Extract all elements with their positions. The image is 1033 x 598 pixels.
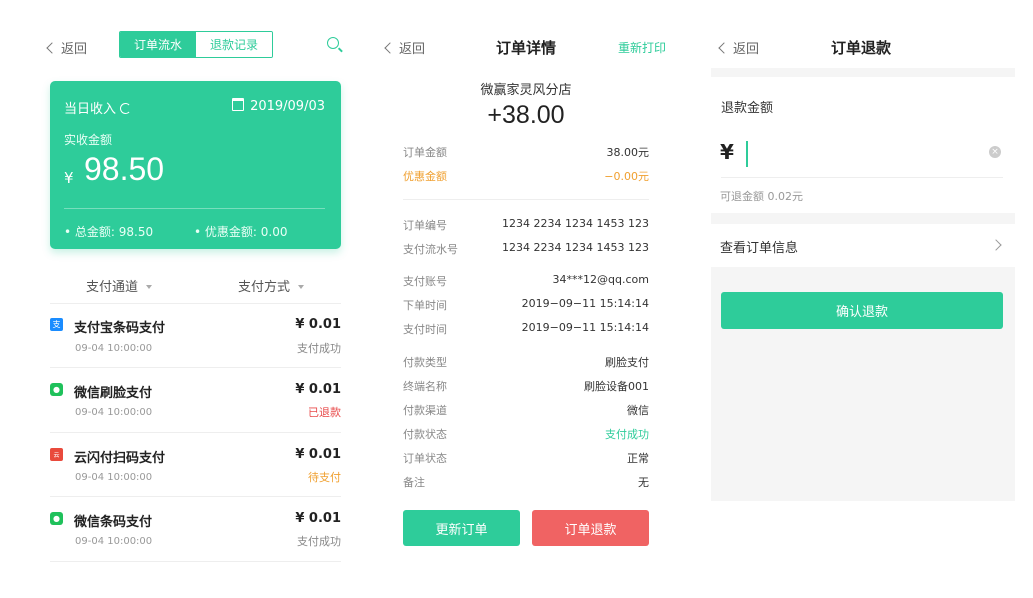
confirm-refund-button[interactable]: 确认退款 (721, 292, 1003, 329)
tab-switcher: 订单流水 退款记录 (119, 31, 273, 58)
divider (50, 561, 341, 562)
payment-amount: ¥ 0.01 (295, 317, 341, 332)
divider (50, 367, 341, 368)
view-order-label: 查看订单信息 (720, 241, 799, 256)
alipay-icon: 支 (50, 318, 63, 331)
chevron-left-icon (46, 41, 58, 54)
card-divider (64, 208, 325, 209)
field-value: 2019−09−11 15:14:14 (521, 297, 649, 310)
caret-down-icon (298, 285, 305, 289)
page-title: 订单退款 (831, 39, 892, 57)
field-label: 订单金额 (403, 146, 447, 159)
field-value: 1234 2234 1234 1453 123 (502, 217, 649, 230)
page-title: 订单详情 (496, 39, 557, 57)
search-icon[interactable] (327, 37, 339, 49)
field-label: 订单状态 (403, 452, 447, 465)
back-button[interactable]: 返回 (46, 38, 87, 57)
back-button[interactable]: 返回 (718, 38, 759, 57)
payment-name: 支付宝条码支付 (74, 321, 166, 336)
divider (50, 303, 341, 304)
field-label: 订单编号 (403, 219, 447, 232)
field-label: 付款渠道 (403, 404, 447, 417)
update-order-button[interactable]: 更新订单 (403, 510, 520, 546)
field-value: −0.00元 (604, 170, 649, 183)
field-value: 38.00元 (606, 146, 650, 159)
order-amount: +38.00 (487, 101, 565, 129)
unionpay-icon: 云 (50, 448, 63, 461)
wechat-icon: ● (50, 383, 63, 396)
refresh-icon[interactable] (120, 103, 132, 114)
payment-amount: ¥ 0.01 (295, 382, 341, 397)
divider (50, 496, 341, 497)
divider (403, 199, 649, 200)
store-name: 微赢家灵风分店 (480, 83, 572, 98)
status-badge: 已退款 (308, 406, 341, 419)
discount-amount: • 优惠金额: 0.00 (194, 225, 288, 239)
wechat-icon: ● (50, 512, 63, 525)
field-value: 微信 (627, 404, 649, 417)
tab-order-flow[interactable]: 订单流水 (120, 32, 196, 57)
chevron-left-icon (384, 41, 396, 54)
payment-amount: ¥ 0.01 (295, 447, 341, 462)
status-badge: 支付成功 (297, 535, 341, 548)
field-label: 优惠金额 (403, 170, 447, 183)
back-button[interactable]: 返回 (384, 38, 425, 57)
payment-name: 微信刷脸支付 (74, 386, 153, 401)
payment-name: 微信条码支付 (74, 515, 153, 530)
field-label: 支付账号 (403, 275, 447, 288)
field-value: 刷脸支付 (605, 356, 649, 369)
payment-time: 09-04 10:00:00 (75, 472, 153, 483)
reprint-button[interactable]: 重新打印 (618, 39, 666, 56)
filter-method[interactable]: 支付方式 (238, 276, 305, 295)
chevron-left-icon (718, 41, 730, 54)
field-label: 终端名称 (403, 380, 447, 393)
caret-down-icon (146, 285, 153, 289)
divider (50, 432, 341, 433)
field-value: 2019−09−11 15:14:14 (521, 321, 649, 334)
field-value: 34***12@qq.com (552, 273, 649, 286)
field-label: 支付流水号 (403, 243, 458, 256)
field-value: 1234 2234 1234 1453 123 (502, 241, 649, 254)
income-amount: 98.50 (84, 151, 165, 187)
field-value: 支付成功 (605, 428, 649, 441)
clear-icon[interactable]: × (989, 146, 1001, 158)
field-label: 下单时间 (403, 299, 447, 312)
payment-time: 09-04 10:00:00 (75, 536, 153, 547)
payment-name: 云闪付扫码支付 (74, 451, 166, 466)
field-value: 无 (638, 476, 649, 489)
currency-symbol: ¥ (64, 169, 74, 187)
refund-order-button[interactable]: 订单退款 (532, 510, 649, 546)
card-title: 当日收入 (64, 98, 132, 117)
refund-amount-label: 退款金额 (721, 101, 774, 116)
payment-time: 09-04 10:00:00 (75, 407, 153, 418)
status-badge: 待支付 (308, 471, 341, 484)
date-picker[interactable]: 2019/09/03 (232, 98, 325, 114)
field-label: 付款类型 (403, 356, 447, 369)
calendar-icon (232, 98, 245, 111)
payment-time: 09-04 10:00:00 (75, 343, 153, 354)
daily-income-card: 当日收入 2019/09/03 实收金额 ¥ 98.50 • 总金额: 98.5… (50, 81, 341, 249)
total-amount: • 总金额: 98.50 (64, 225, 154, 239)
payment-amount: ¥ 0.01 (295, 511, 341, 526)
refundable-amount: 可退金额 0.02元 (720, 190, 803, 203)
filter-channel[interactable]: 支付通道 (86, 276, 153, 295)
divider (721, 177, 1003, 178)
refund-amount-input[interactable] (746, 141, 984, 167)
currency-symbol: ¥ (720, 140, 734, 164)
status-badge: 支付成功 (297, 342, 341, 355)
field-label: 付款状态 (403, 428, 447, 441)
tab-refund-records[interactable]: 退款记录 (196, 32, 272, 57)
field-value: 正常 (627, 452, 649, 465)
field-label: 备注 (403, 476, 425, 489)
field-label: 支付时间 (403, 323, 447, 336)
amount-label: 实收金额 (64, 133, 113, 147)
field-value: 刷脸设备001 (584, 380, 649, 393)
